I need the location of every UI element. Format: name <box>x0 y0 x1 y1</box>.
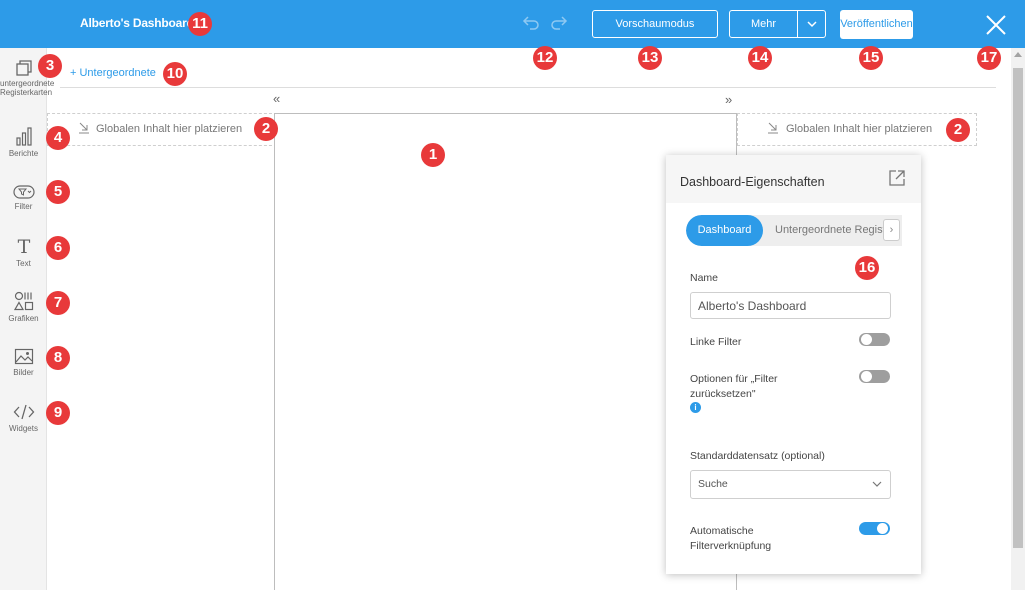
divider <box>60 87 996 88</box>
undo-icon[interactable] <box>521 14 541 34</box>
sidebar-label-text: Text <box>16 259 31 268</box>
dataset-select[interactable]: Suche <box>690 470 891 499</box>
name-label: Name <box>690 272 719 284</box>
dashboard-title: Alberto's Dashboard <box>80 16 194 30</box>
callout-badge: 9 <box>46 401 70 425</box>
code-icon <box>13 404 34 420</box>
svg-text:T: T <box>17 236 30 256</box>
name-input[interactable] <box>690 292 891 319</box>
sidebar-label-filter: Filter <box>14 202 33 211</box>
bar-chart-icon <box>15 127 32 146</box>
callout-badge: 5 <box>46 180 70 204</box>
sidebar-label-widgets: Widgets <box>9 424 38 433</box>
sidebar-label-reports: Berichte <box>8 149 39 158</box>
tab-subtabs[interactable]: Untergeordnete Registerkarten <box>775 215 890 246</box>
chevron-down-icon <box>806 21 817 28</box>
callout-badge: 3 <box>38 54 62 78</box>
drop-down-icon <box>79 122 89 134</box>
callout-badge: 12 <box>533 46 557 70</box>
sidebar-item-graphics[interactable]: Grafiken <box>0 291 47 323</box>
auto-link-label: Automatische Filterverknüpfung <box>690 525 772 552</box>
toggle-knob <box>861 371 872 382</box>
sidebar-label-subtabs: untergeordnete Registerkarten <box>0 79 55 97</box>
filter-icon <box>12 185 35 199</box>
left-sidebar: untergeordnete Registerkarten Berichte F… <box>0 48 55 590</box>
sidebar-item-images[interactable]: Bilder <box>0 348 47 377</box>
callout-badge: 17 <box>977 46 1001 70</box>
dataset-label: Standarddatensatz (optional) <box>690 450 825 462</box>
image-icon <box>14 348 33 365</box>
callout-badge: 10 <box>163 62 187 86</box>
top-bar: Alberto's Dashboard Vorschaumodus Mehr V… <box>0 0 1025 48</box>
sidebar-item-text[interactable]: T Text <box>0 236 47 268</box>
dataset-value: Suche <box>698 478 728 490</box>
panel-header: Dashboard-Eigenschaften <box>666 155 921 203</box>
sidebar-item-filter[interactable]: Filter <box>0 185 47 211</box>
reset-filter-toggle[interactable] <box>859 370 890 383</box>
callout-badge: 13 <box>638 46 662 70</box>
collapse-right-icon[interactable]: » <box>725 92 732 107</box>
more-button[interactable]: Mehr <box>729 10 798 38</box>
more-dropdown-button[interactable] <box>797 10 826 38</box>
callout-badge: 14 <box>748 46 772 70</box>
tabs-icon <box>15 60 32 76</box>
toggle-knob <box>877 523 888 534</box>
collapse-left-icon[interactable]: « <box>273 91 280 106</box>
sidebar-item-widgets[interactable]: Widgets <box>0 403 47 433</box>
add-subtab-link[interactable]: + Untergeordnete <box>70 67 156 79</box>
panel-title: Dashboard-Eigenschaften <box>680 175 825 189</box>
link-filter-label: Linke Filter <box>690 336 742 348</box>
redo-icon[interactable] <box>549 14 569 34</box>
panel-tabs: Dashboard Untergeordnete Registerkarten … <box>686 215 902 246</box>
chevron-down-icon <box>872 481 882 487</box>
toggle-knob <box>861 334 872 345</box>
tabs-next-icon[interactable]: › <box>883 219 900 241</box>
callout-badge: 11 <box>188 12 212 36</box>
sidebar-item-reports[interactable]: Berichte <box>0 126 47 158</box>
sidebar-label-graphics: Grafiken <box>8 314 39 323</box>
callout-badge: 8 <box>46 346 70 370</box>
popout-icon[interactable] <box>888 169 906 187</box>
callout-badge: 1 <box>421 143 445 167</box>
sidebar-label-images: Bilder <box>13 368 34 377</box>
global-content-dropzone-right[interactable]: Globalen Inhalt hier platzieren <box>737 113 977 146</box>
dashboard-properties-panel: Dashboard-Eigenschaften Dashboard Unterg… <box>666 155 921 574</box>
callout-badge: 2 <box>254 117 278 141</box>
shapes-icon <box>13 291 33 311</box>
global-content-dropzone-left[interactable]: Globalen Inhalt hier platzieren <box>47 113 277 146</box>
callout-badge: 4 <box>46 126 70 150</box>
callout-badge: 15 <box>859 46 883 70</box>
scrollbar-thumb[interactable] <box>1013 68 1023 548</box>
publish-button[interactable]: Veröffentlichen <box>840 10 913 39</box>
global-dropzone-left-label: Globalen Inhalt hier platzieren <box>96 123 243 135</box>
callout-badge: 7 <box>46 291 70 315</box>
global-dropzone-right-label: Globalen Inhalt hier platzieren <box>786 123 933 135</box>
text-icon: T <box>17 236 30 256</box>
reset-filter-label: Optionen für „Filter zurücksetzen" <box>690 373 778 400</box>
callout-badge: 16 <box>855 256 879 280</box>
link-filter-toggle[interactable] <box>859 333 890 346</box>
drop-down-icon <box>768 122 778 134</box>
auto-link-toggle[interactable] <box>859 522 890 535</box>
scroll-up-icon[interactable] <box>1014 52 1022 57</box>
info-icon[interactable]: i <box>690 402 701 413</box>
preview-mode-button[interactable]: Vorschaumodus <box>592 10 718 38</box>
callout-badge: 6 <box>46 236 70 260</box>
close-icon[interactable] <box>985 14 1007 36</box>
tab-dashboard[interactable]: Dashboard <box>686 215 763 246</box>
callout-badge: 2 <box>946 118 970 142</box>
